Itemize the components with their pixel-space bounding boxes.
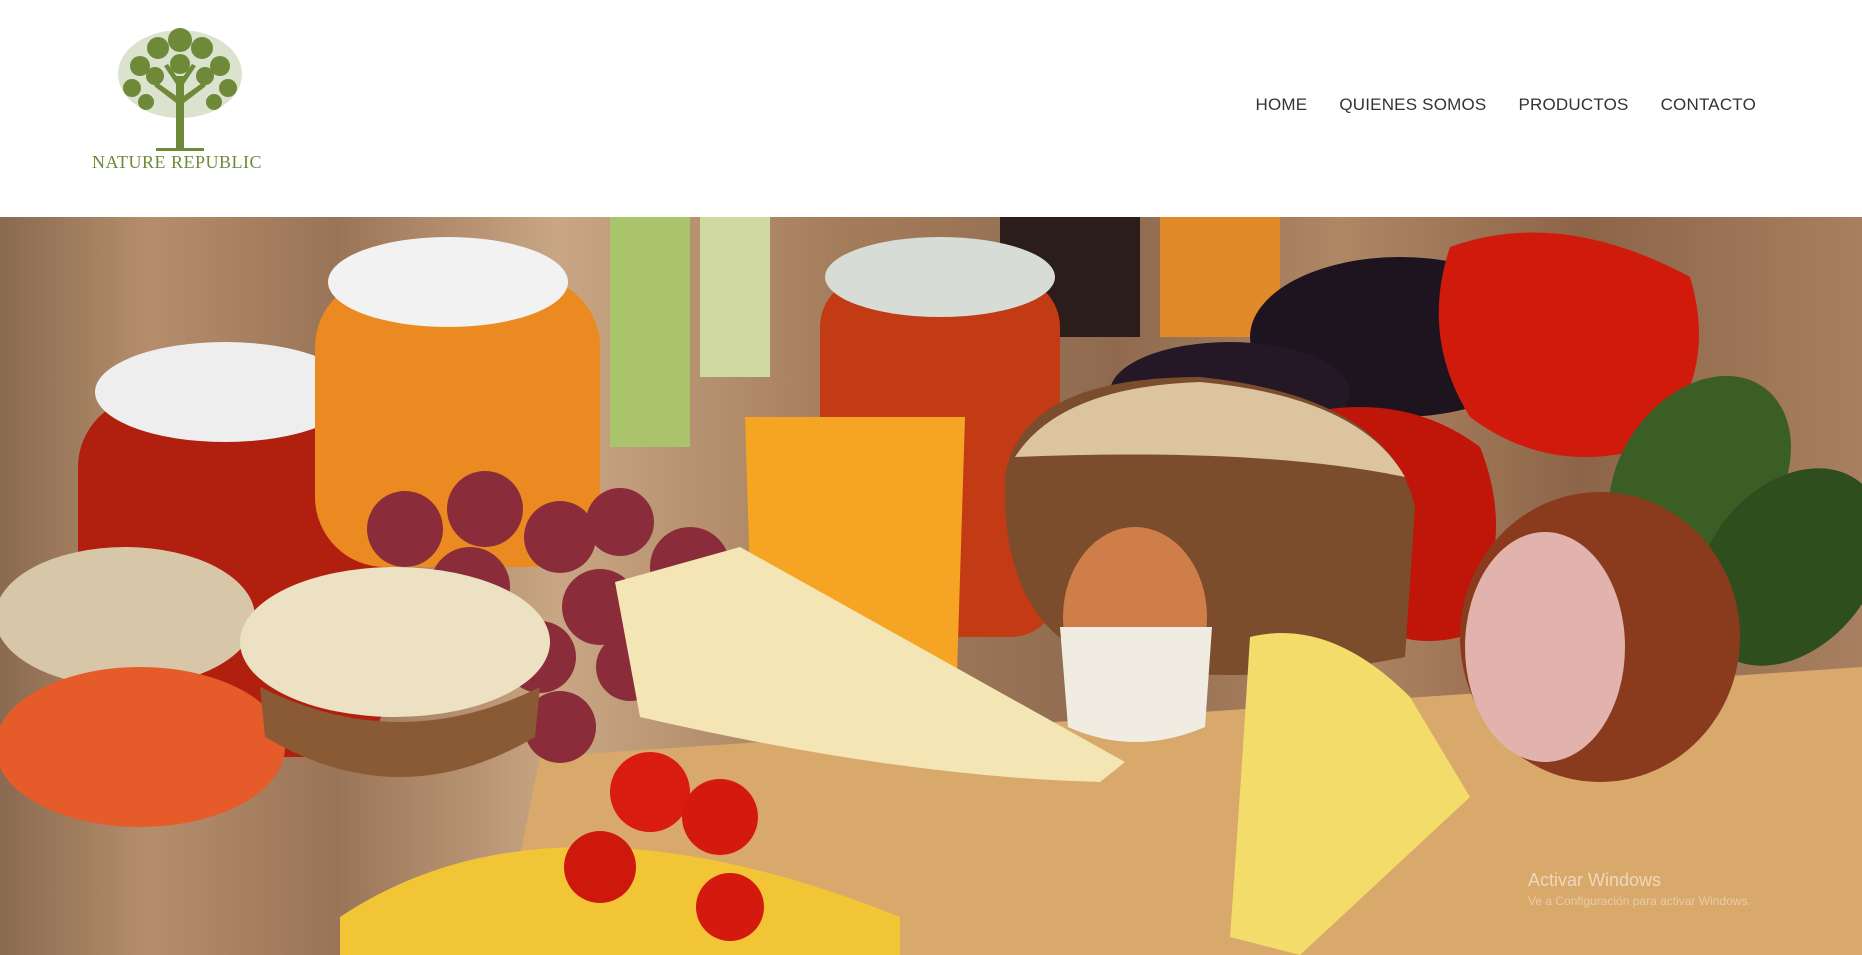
nav-contacto[interactable]: CONTACTO bbox=[1661, 95, 1756, 115]
main-nav: HOME QUIENES SOMOS PRODUCTOS CONTACTO bbox=[1224, 95, 1756, 115]
brand-name: NATURE REPUBLIC bbox=[91, 152, 262, 172]
hero-food-image bbox=[0, 217, 1862, 955]
nav-home[interactable]: HOME bbox=[1256, 95, 1308, 115]
brand-logo[interactable]: NATURE REPUBLIC bbox=[88, 26, 278, 176]
nav-productos[interactable]: PRODUCTOS bbox=[1518, 95, 1628, 115]
windows-activation-title: Activar Windows bbox=[1528, 870, 1662, 890]
tree-icon bbox=[118, 28, 242, 151]
nav-quienes-somos[interactable]: QUIENES SOMOS bbox=[1339, 95, 1486, 115]
hero-banner bbox=[0, 217, 1862, 955]
site-header: NATURE REPUBLIC HOME QUIENES SOMOS PRODU… bbox=[0, 0, 1862, 217]
windows-activation-subtitle: Ve a Configuración para activar Windows. bbox=[1528, 894, 1751, 908]
